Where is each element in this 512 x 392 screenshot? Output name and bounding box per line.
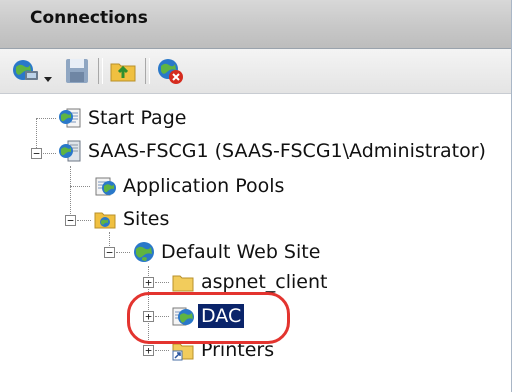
tree-item-sites[interactable]: Sites (120, 207, 172, 231)
globe-icon (132, 240, 156, 264)
up-folder-icon[interactable] (108, 56, 138, 86)
dropdown-arrow-icon[interactable] (43, 69, 53, 82)
pane-header: Connections (0, 0, 511, 49)
connections-toolbar (0, 49, 511, 94)
default-web-site-collapse-toggle[interactable]: − (104, 247, 115, 258)
connections-tree: Start Page − SAAS-FSCG1 (SAAS-FSCG1\Admi… (0, 94, 511, 392)
toolbar-separator (145, 58, 150, 84)
pane-title: Connections (30, 8, 148, 28)
application-pools-icon (93, 174, 117, 198)
tree-item-default-web-site[interactable]: Default Web Site (158, 240, 323, 264)
aspnet-client-expand-toggle[interactable]: + (143, 277, 154, 288)
tree-line (155, 282, 169, 283)
folder-icon (171, 270, 195, 294)
tree-item-aspnet-client[interactable]: aspnet_client (198, 270, 330, 294)
sites-collapse-toggle[interactable]: − (65, 215, 76, 226)
tree-line (70, 186, 90, 187)
server-collapse-toggle[interactable]: − (31, 148, 42, 159)
tree-line (43, 153, 56, 154)
tree-line (155, 350, 169, 351)
tree-item-start-page[interactable]: Start Page (85, 106, 189, 130)
tree-line (70, 166, 71, 214)
connect-globe-icon[interactable] (10, 56, 40, 86)
tree-item-server[interactable]: SAAS-FSCG1 (SAAS-FSCG1\Administrator) (85, 139, 489, 163)
disconnect-icon[interactable] (155, 56, 185, 86)
printers-expand-toggle[interactable]: + (143, 345, 154, 356)
connections-pane: Connections Start Page − SAAS-FSCG1 (SAA… (0, 0, 512, 392)
tree-line (116, 252, 130, 253)
save-icon[interactable] (62, 56, 92, 86)
tree-item-application-pools[interactable]: Application Pools (120, 174, 287, 198)
tree-line (77, 220, 91, 221)
annotation-circle (127, 292, 290, 344)
sites-folder-icon (93, 207, 117, 231)
start-page-icon (58, 106, 82, 130)
server-icon (58, 139, 82, 163)
toolbar-separator (98, 58, 103, 84)
tree-line (36, 118, 56, 119)
